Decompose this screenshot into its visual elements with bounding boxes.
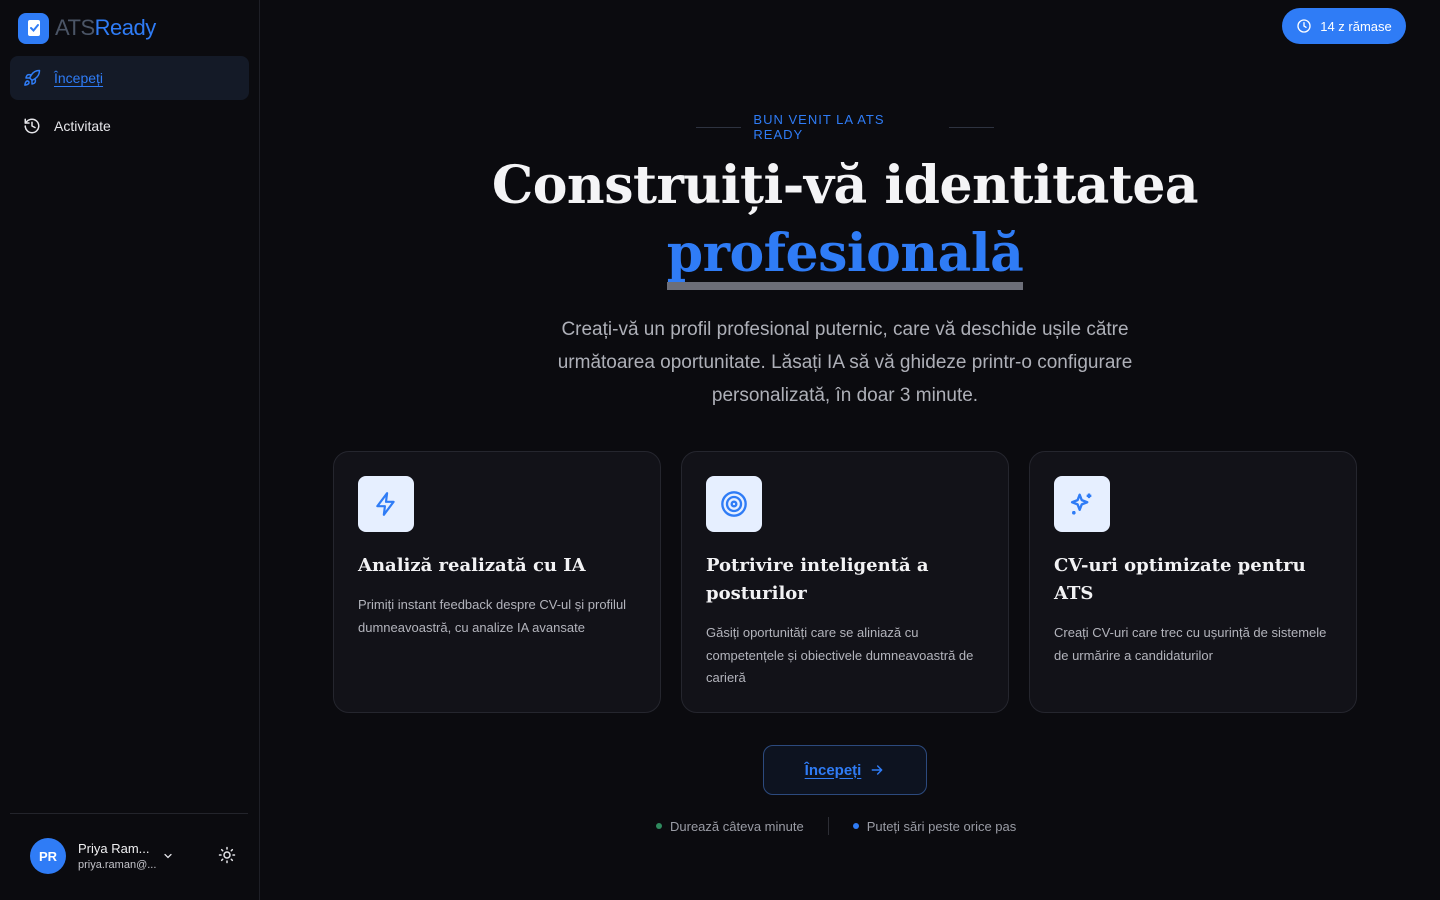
history-icon — [22, 116, 42, 136]
target-icon — [706, 476, 762, 532]
eyebrow-line-left — [696, 126, 742, 128]
user-info: Priya Ram... priya.raman@... — [78, 841, 157, 871]
hero-subtitle: Creați-vă un profil profesional puternic… — [557, 319, 1133, 406]
page-title: Construiți-vă identitatea profesională — [330, 152, 1360, 290]
eyebrow-line-right — [948, 126, 995, 128]
card-description: Găsiți oportunități care se aliniază cu … — [706, 625, 974, 685]
card-title: Potrivire inteligentă a posturilor — [706, 555, 929, 604]
sidebar-item-label: Activitate — [54, 118, 111, 134]
note-separator — [827, 817, 829, 835]
note-skip: Puteți sări peste orice pas — [866, 818, 1017, 834]
sparkles-icon — [1054, 476, 1110, 532]
trial-days-label: 14 z rămase — [1320, 18, 1392, 34]
card-description: Primiți instant feedback despre CV-ul și… — [358, 597, 627, 635]
start-button-label: Începeți — [804, 761, 862, 779]
status-dot — [852, 823, 859, 829]
card-title: Analiză realizată cu IA — [358, 555, 586, 576]
avatar: PR — [30, 838, 66, 874]
sidebar: ATSReady Începeți Activitate PR Priya Ra… — [0, 0, 260, 900]
sidebar-divider — [10, 813, 248, 814]
sun-icon[interactable] — [216, 844, 238, 866]
clock-icon — [1296, 18, 1312, 34]
status-dot — [656, 823, 662, 829]
welcome-eyebrow: BUN VENIT LA ATS READY — [696, 112, 995, 142]
hint-notes: Durează câteva minute Puteți sări peste … — [656, 816, 1036, 836]
eyebrow-text: BUN VENIT LA ATS READY — [753, 112, 885, 142]
user-profile[interactable]: PR Priya Ram... priya.raman@... — [30, 838, 240, 874]
logo-ready-text: Ready — [94, 15, 157, 40]
logo-mark-icon — [18, 12, 49, 44]
app-logo[interactable]: ATSReady — [18, 12, 156, 44]
card-description: Creați CV-uri care trec cu ușurință de s… — [1054, 625, 1327, 663]
feature-card-job-matching: Potrivire inteligentă a posturilor Găsiț… — [681, 451, 1009, 713]
feature-card-ats-cv: CV-uri optimizate pentru ATS Creați CV-u… — [1029, 451, 1357, 713]
arrow-right-icon — [869, 762, 885, 778]
logo-ats-text: ATS — [55, 15, 95, 40]
rocket-icon — [22, 68, 42, 88]
sidebar-item-label: Începeți — [54, 70, 104, 86]
feature-card-ai-analysis: Analiză realizată cu IA Primiți instant … — [333, 451, 661, 713]
trial-days-button[interactable]: 14 z rămase — [1282, 8, 1406, 44]
title-line-1: Construiți-vă identitatea — [491, 155, 1199, 216]
chevron-down-icon[interactable] — [160, 848, 176, 864]
user-name: Priya Ram... — [78, 841, 150, 856]
title-accent: profesională — [666, 226, 1024, 290]
start-button[interactable]: Începeți — [763, 745, 927, 795]
note-duration: Durează câteva minute — [670, 818, 804, 834]
logo-wordmark: ATSReady — [55, 15, 156, 41]
card-title: CV-uri optimizate pentru ATS — [1054, 555, 1306, 604]
sidebar-item-start[interactable]: Începeți — [10, 56, 249, 100]
user-email: priya.raman@... — [78, 859, 157, 871]
lightning-icon — [358, 476, 414, 532]
sidebar-item-activity[interactable]: Activitate — [10, 104, 249, 148]
